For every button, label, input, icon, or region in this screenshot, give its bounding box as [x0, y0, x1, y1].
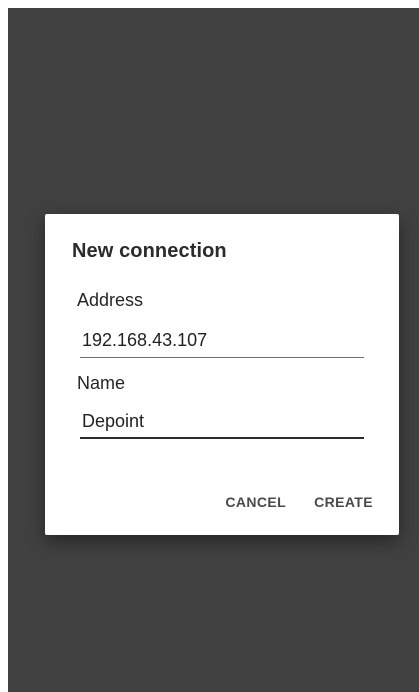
dialog-actions: CANCEL CREATE: [225, 494, 373, 510]
name-input[interactable]: [80, 405, 364, 439]
address-label: Address: [77, 290, 144, 310]
address-input[interactable]: [80, 324, 364, 358]
create-button[interactable]: CREATE: [314, 494, 373, 510]
dialog-title: New connection: [72, 240, 227, 262]
new-connection-dialog: New connection Address Name CANCEL CREAT…: [45, 214, 399, 535]
screen-background: New connection Address Name CANCEL CREAT…: [8, 8, 419, 692]
cancel-button[interactable]: CANCEL: [225, 494, 286, 510]
name-label: Name: [77, 373, 126, 393]
